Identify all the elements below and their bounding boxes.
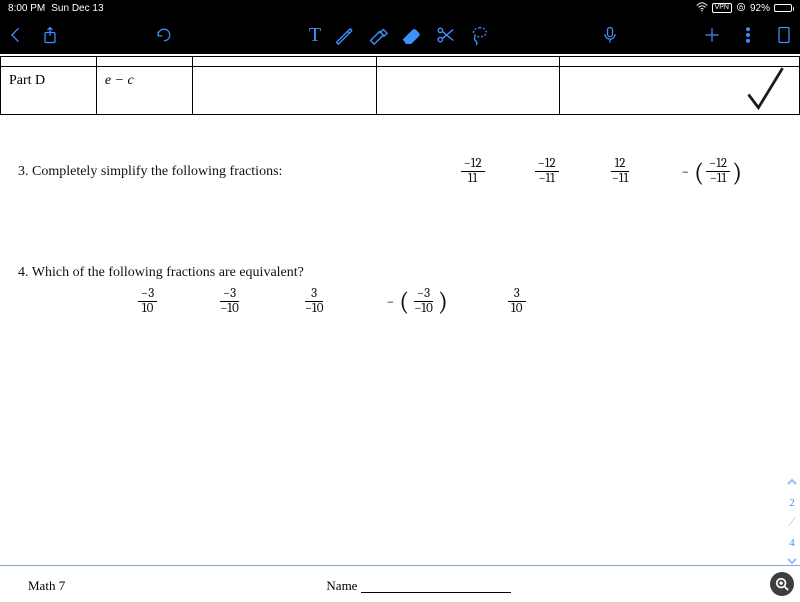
fraction: 12−11 [609, 157, 632, 187]
checkmark-annotation [743, 61, 787, 122]
worksheet-document[interactable]: Part D e − c 3. Completely simplify the … [0, 56, 800, 602]
highlighter-tool-button[interactable] [367, 24, 389, 46]
undo-button[interactable] [154, 25, 174, 45]
zoom-in-button[interactable] [770, 572, 794, 596]
worksheet-footer: Math 7 Name Per [0, 565, 800, 602]
text-tool-button[interactable]: T [309, 24, 321, 47]
fraction: 3−10 [302, 287, 327, 317]
orientation-lock-icon [736, 2, 746, 15]
back-button[interactable] [6, 25, 26, 45]
fraction: −1211 [461, 157, 485, 187]
page-view-button[interactable] [774, 25, 794, 45]
part-expr-cell: e − c [96, 67, 192, 115]
course-label: Math 7 [28, 578, 65, 594]
fraction: −310 [138, 287, 157, 317]
fraction: −3−10 [217, 287, 242, 317]
fraction: −12−11 [535, 157, 559, 187]
fraction: 310 [508, 287, 526, 317]
page-nav[interactable]: 2 ∕ 4 [786, 476, 798, 570]
share-button[interactable] [40, 25, 60, 45]
q3-prompt: 3. Completely simplify the following fra… [18, 164, 282, 180]
status-time: 8:00 PM [8, 3, 45, 14]
status-date: Sun Dec 13 [51, 3, 103, 14]
part-label-cell: Part D [1, 67, 97, 115]
eraser-tool-button[interactable] [401, 24, 423, 46]
ios-status-bar: 8:00 PM Sun Dec 13 VPN 92% [0, 0, 800, 16]
lasso-tool-button[interactable] [469, 24, 491, 46]
battery-pct: 92% [750, 3, 770, 14]
app-toolbar: T [0, 16, 800, 54]
current-page: 2 [789, 497, 795, 509]
vpn-badge: VPN [712, 3, 732, 13]
fraction: −12−11 [706, 157, 730, 187]
pen-tool-button[interactable] [333, 24, 355, 46]
q4-fractions: −310 −3−10 3−10 −(−3−10) 310 [138, 287, 772, 317]
negated-fraction: −(−12−11) [681, 157, 742, 187]
negated-fraction: −(−3−10) [386, 287, 447, 317]
page-sep: ∕ [791, 515, 793, 531]
battery-icon [774, 4, 792, 12]
total-pages: 4 [789, 537, 795, 549]
q4-prompt: 4. Which of the following fractions are … [18, 265, 772, 281]
page-up-button[interactable] [786, 476, 798, 491]
microphone-button[interactable] [600, 25, 620, 45]
part-table: Part D e − c [0, 56, 800, 115]
q3-fractions: −1211 −12−11 12−11 −(−12−11) [461, 157, 742, 187]
name-field: Name [326, 578, 511, 594]
fraction: −3−10 [411, 287, 436, 317]
wifi-icon [696, 1, 708, 16]
add-button[interactable] [702, 25, 722, 45]
more-button[interactable] [738, 25, 758, 45]
question-4: 4. Which of the following fractions are … [0, 247, 800, 317]
scissors-tool-button[interactable] [435, 24, 457, 46]
question-3: 3. Completely simplify the following fra… [0, 139, 800, 187]
